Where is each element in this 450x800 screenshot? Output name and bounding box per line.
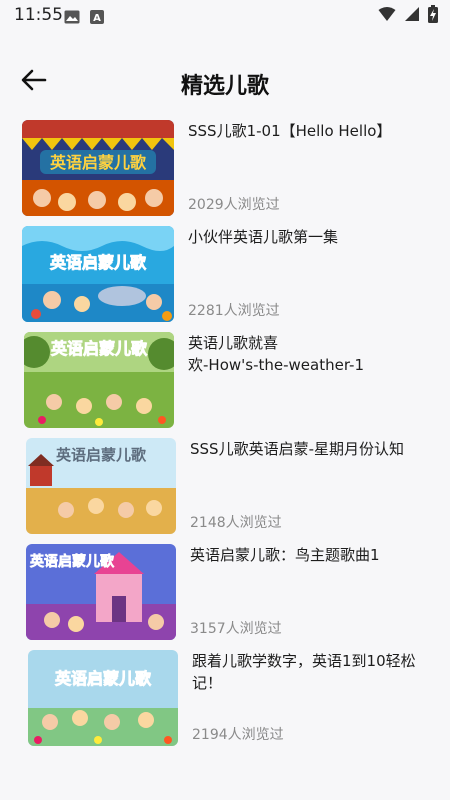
view-count: 2029人浏览过: [188, 197, 280, 213]
list-item[interactable]: 英语启蒙儿歌 英语儿歌就喜 欢-How's-the-weather-1: [24, 332, 434, 432]
page-title: 精选儿歌: [180, 74, 269, 99]
thumbnail-image: 英语启蒙儿歌: [22, 120, 174, 216]
status-time: 11:55: [14, 5, 63, 25]
thumbnail-image: 英语启蒙儿歌: [26, 438, 176, 534]
view-count: 2148人浏览过: [190, 515, 282, 531]
app-a-icon: A: [90, 9, 104, 28]
thumbnail-image: 英语启蒙儿歌: [26, 544, 176, 640]
svg-text:英语启蒙儿歌: 英语启蒙儿歌: [49, 253, 147, 272]
list-item[interactable]: 英语启蒙儿歌 小伙伴英语儿歌第一集 2281人浏览过: [22, 226, 432, 326]
item-title-line-2: 欢-How's-the-weather-1: [188, 356, 364, 374]
item-title: 跟着儿歌学数字，英语1到10轻松记！: [192, 652, 416, 692]
item-title: SSS儿歌1-01【Hello Hello】: [188, 122, 392, 140]
item-title: 小伙伴英语儿歌第一集: [188, 228, 339, 246]
item-title: SSS儿歌英语启蒙-星期月份认知: [190, 440, 404, 458]
signal-icon: [404, 6, 420, 26]
item-title-line-1: 英语儿歌就喜: [188, 334, 279, 352]
svg-text:英语启蒙儿歌: 英语启蒙儿歌: [56, 446, 147, 464]
list-item[interactable]: 英语启蒙儿歌 英语启蒙儿歌：鸟主题歌曲1 3157人浏览过: [26, 544, 436, 644]
battery-icon: [428, 5, 438, 27]
svg-text:英语启蒙儿歌: 英语启蒙儿歌: [54, 669, 152, 688]
svg-text:英语启蒙儿歌: 英语启蒙儿歌: [49, 153, 147, 172]
list-item[interactable]: 英语启蒙儿歌 SSS儿歌1-01【Hello Hello】 2029人浏览过: [22, 120, 432, 220]
view-count: 3157人浏览过: [190, 621, 282, 637]
view-count: 2281人浏览过: [188, 303, 280, 319]
header: 精选儿歌: [0, 50, 450, 114]
svg-text:英语启蒙儿歌: 英语启蒙儿歌: [50, 339, 148, 358]
item-title: 英语启蒙儿歌：鸟主题歌曲1: [190, 546, 380, 564]
list-item[interactable]: 英语启蒙儿歌 跟着儿歌学数字，英语1到10轻松记！ 2194人浏览过: [28, 650, 438, 750]
thumbnail-image: 英语启蒙儿歌: [28, 650, 178, 746]
thumbnail-image: 英语启蒙儿歌: [22, 226, 174, 322]
item-title: 英语儿歌就喜 欢-How's-the-weather-1: [188, 332, 388, 376]
view-count: 2194人浏览过: [192, 727, 284, 743]
thumbnail-image: 英语启蒙儿歌: [24, 332, 174, 428]
wifi-icon: [378, 6, 396, 26]
svg-text:A: A: [93, 13, 101, 24]
svg-text:英语启蒙儿歌: 英语启蒙儿歌: [29, 553, 115, 570]
status-bar: 11:55 A: [0, 0, 450, 32]
list-item[interactable]: 英语启蒙儿歌 SSS儿歌英语启蒙-星期月份认知 2148人浏览过: [26, 438, 436, 538]
gallery-icon: [64, 9, 80, 28]
